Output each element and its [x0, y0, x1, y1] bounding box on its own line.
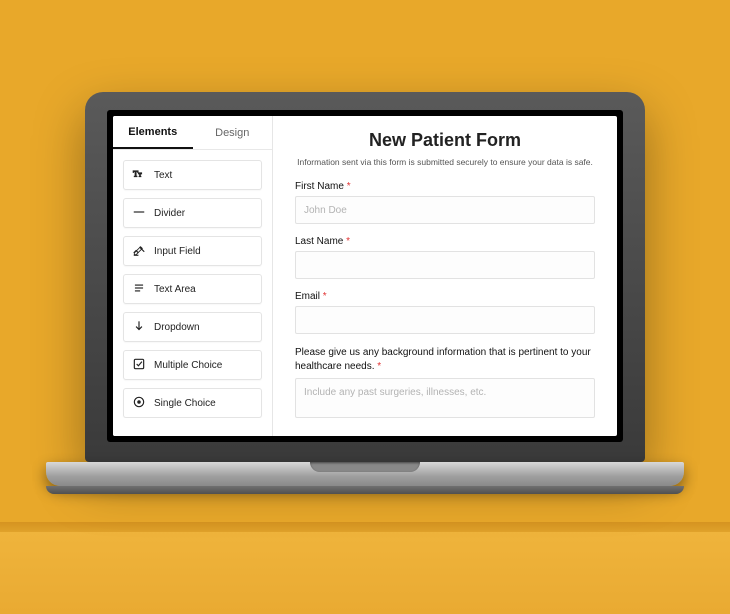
laptop-screen: Elements Design T T: [107, 110, 623, 442]
elements-list: T T Text Divider: [113, 150, 272, 418]
sidebar: Elements Design T T: [113, 116, 273, 436]
laptop-frame: Elements Design T T: [85, 92, 645, 462]
svg-text:T: T: [133, 169, 138, 178]
element-label: Divider: [154, 208, 185, 219]
form-title: New Patient Form: [295, 130, 595, 151]
single-choice-icon: [132, 395, 146, 412]
required-marker: *: [347, 181, 351, 192]
label-text: Email: [295, 291, 320, 302]
last-name-input[interactable]: [295, 251, 595, 279]
element-divider[interactable]: Divider: [123, 198, 262, 228]
background-textarea[interactable]: [295, 378, 595, 418]
element-label: Dropdown: [154, 322, 200, 333]
text-area-icon: [132, 281, 146, 298]
required-marker: *: [377, 361, 381, 372]
element-label: Text Area: [154, 284, 196, 295]
label-text: Please give us any background informatio…: [295, 347, 591, 372]
sidebar-tabs: Elements Design: [113, 116, 272, 150]
form-builder-app: Elements Design T T: [113, 116, 617, 436]
form-intro: Information sent via this form is submit…: [295, 157, 595, 167]
field-label: Email *: [295, 291, 595, 302]
shelf: [0, 522, 730, 614]
text-icon: T T: [132, 167, 146, 184]
required-marker: *: [323, 291, 327, 302]
input-field-icon: [132, 243, 146, 260]
field-background: Please give us any background informatio…: [295, 346, 595, 421]
element-label: Multiple Choice: [154, 360, 222, 371]
laptop-hinge: [46, 462, 684, 486]
element-label: Input Field: [154, 246, 201, 257]
element-label: Text: [154, 170, 172, 181]
tab-elements[interactable]: Elements: [113, 116, 193, 149]
element-dropdown[interactable]: Dropdown: [123, 312, 262, 342]
svg-text:T: T: [138, 172, 142, 178]
element-text-area[interactable]: Text Area: [123, 274, 262, 304]
field-label: Last Name *: [295, 236, 595, 247]
field-label: First Name *: [295, 181, 595, 192]
label-text: Last Name: [295, 236, 343, 247]
tab-label: Design: [215, 127, 249, 139]
form-canvas[interactable]: New Patient Form Information sent via th…: [273, 116, 617, 436]
multiple-choice-icon: [132, 357, 146, 374]
label-text: First Name: [295, 181, 344, 192]
laptop-base: [46, 486, 684, 494]
field-email: Email *: [295, 291, 595, 334]
first-name-input[interactable]: [295, 196, 595, 224]
email-input[interactable]: [295, 306, 595, 334]
divider-icon: [132, 205, 146, 222]
required-marker: *: [346, 236, 350, 247]
element-text[interactable]: T T Text: [123, 160, 262, 190]
element-single-choice[interactable]: Single Choice: [123, 388, 262, 418]
element-multiple-choice[interactable]: Multiple Choice: [123, 350, 262, 380]
element-input-field[interactable]: Input Field: [123, 236, 262, 266]
dropdown-icon: [132, 319, 146, 336]
laptop-bezel: Elements Design T T: [85, 92, 645, 462]
field-label: Please give us any background informatio…: [295, 346, 595, 374]
tab-label: Elements: [128, 126, 177, 138]
field-first-name: First Name *: [295, 181, 595, 224]
field-last-name: Last Name *: [295, 236, 595, 279]
element-label: Single Choice: [154, 398, 216, 409]
tab-design[interactable]: Design: [193, 116, 273, 149]
